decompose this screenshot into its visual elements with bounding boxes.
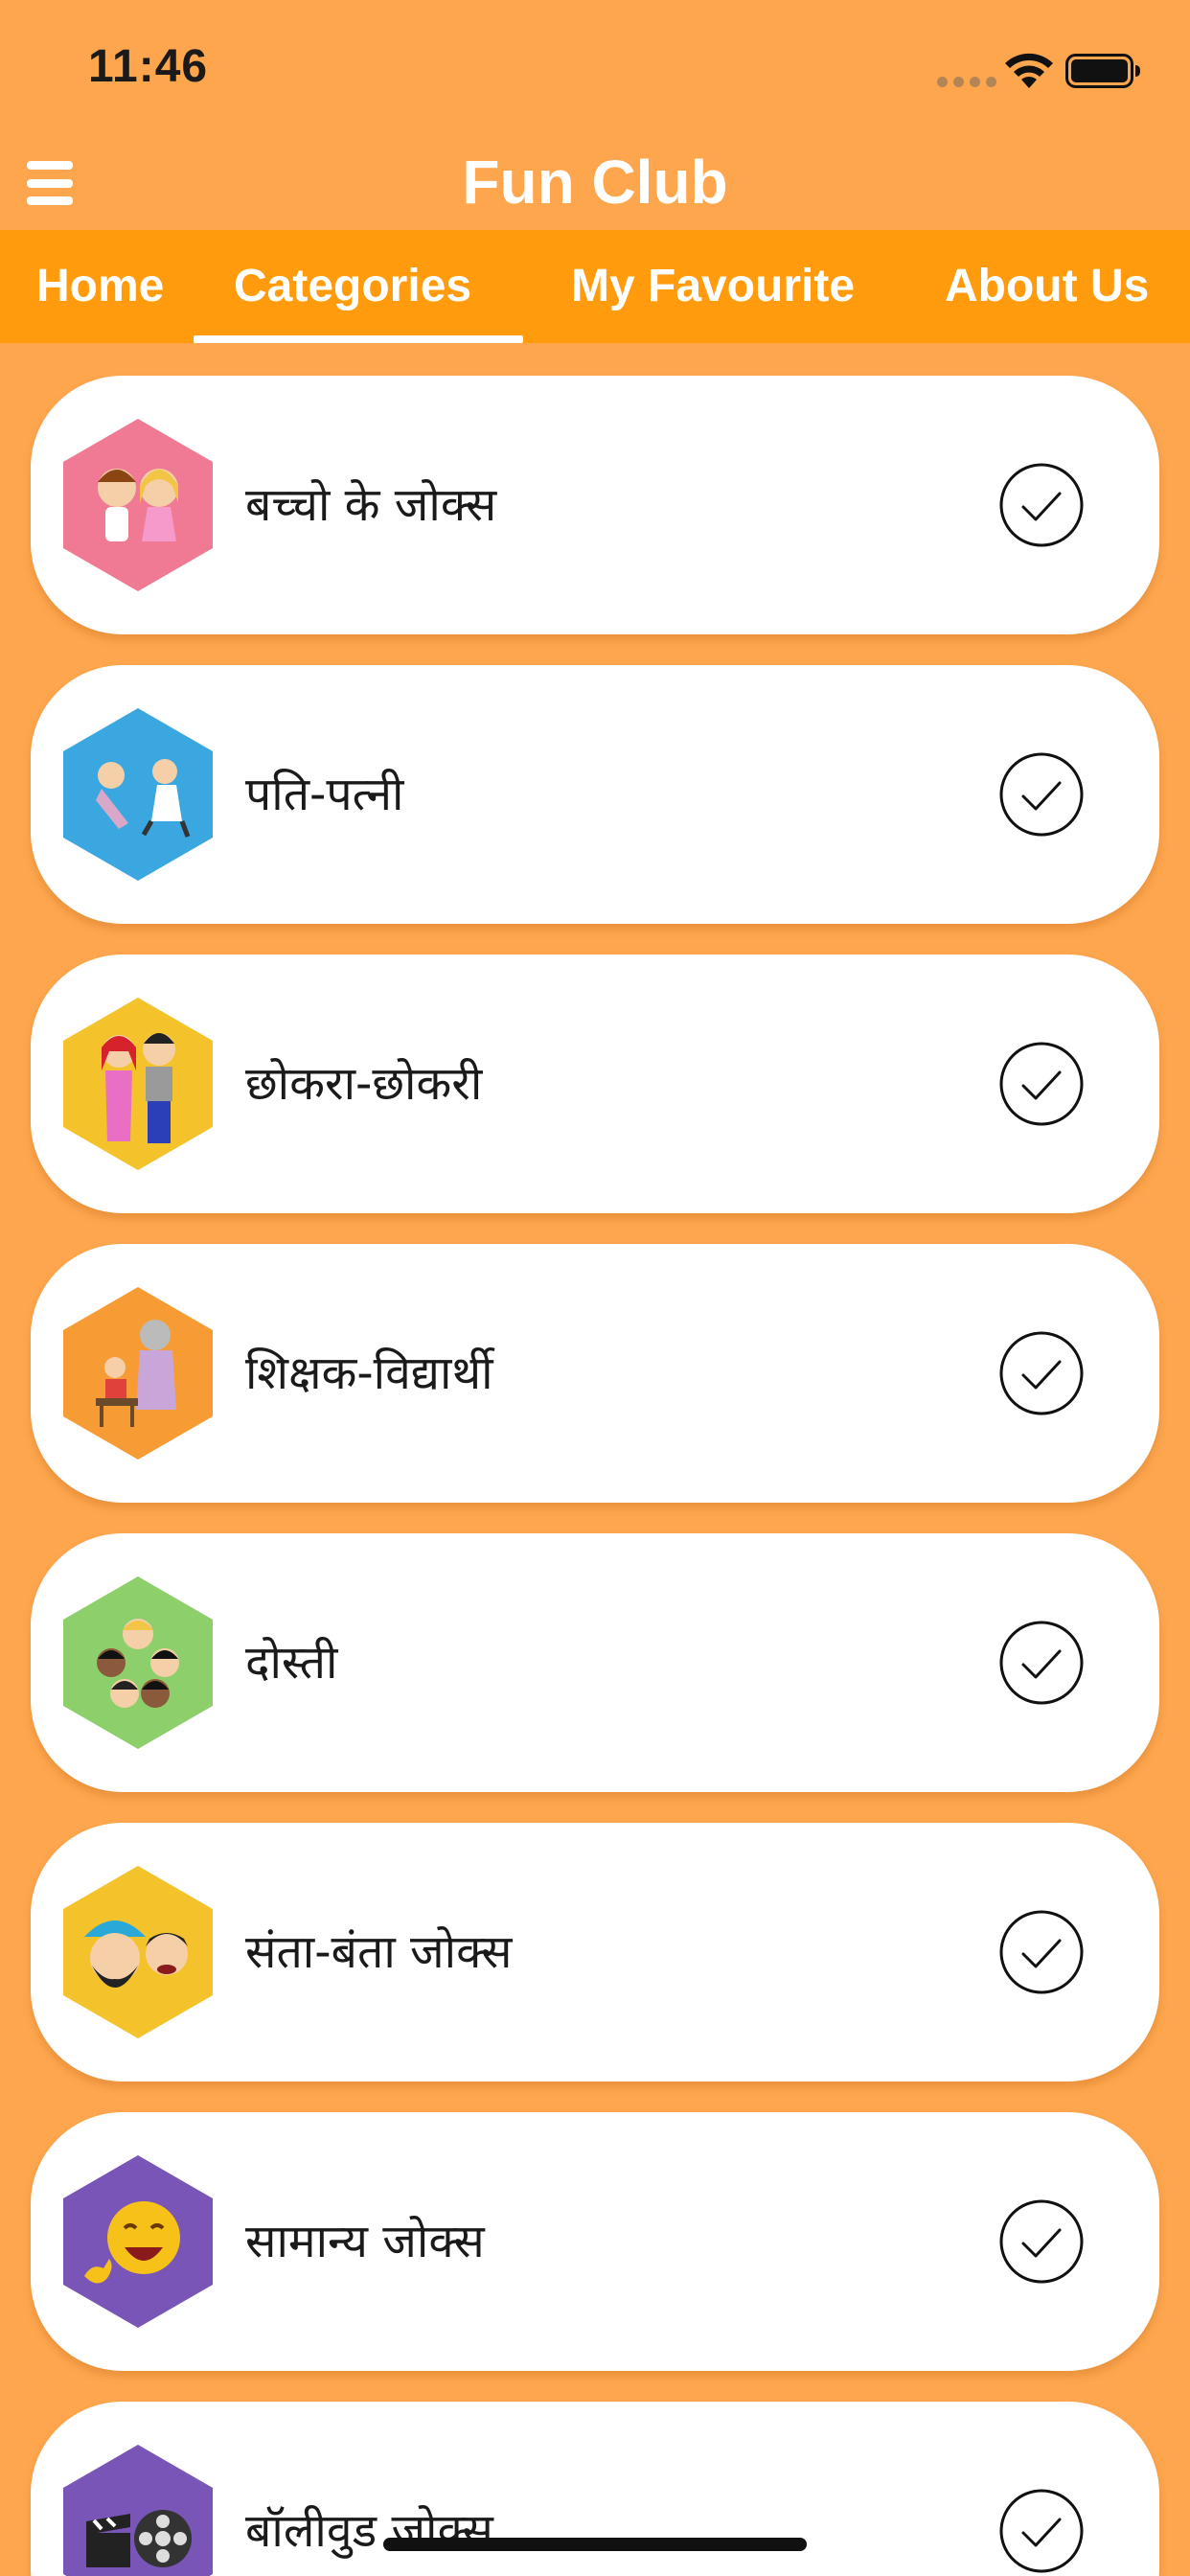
tab-bar: Home Categories My Favourite About Us — [0, 230, 1190, 343]
tab-home[interactable]: Home — [36, 230, 164, 343]
navigation-bar: Fun Club — [0, 144, 1190, 230]
home-indicator[interactable] — [383, 2538, 807, 2551]
husband-wife-hexagon-icon — [63, 708, 213, 881]
boy-girl-hexagon-icon — [63, 998, 213, 1170]
status-bar: 11:46 — [0, 0, 1190, 144]
film-reel-hexagon-icon — [63, 2445, 213, 2576]
category-label: छोकरा-छोकरी — [245, 1057, 483, 1111]
checkmark-circle-icon[interactable] — [998, 1909, 1085, 1995]
tab-categories[interactable]: Categories — [234, 230, 471, 343]
laughing-emoji-hexagon-icon — [63, 2155, 213, 2328]
category-card-husband-wife[interactable]: पति-पत्नी — [31, 665, 1159, 924]
category-list[interactable]: बच्चो के जोक्स पति-पत्नी छोकरा-छोकरी शिक… — [0, 343, 1190, 2576]
friendship-hexagon-icon — [63, 1576, 213, 1749]
category-label: संता-बंता जोक्स — [245, 1925, 513, 1979]
app-title: Fun Club — [462, 148, 728, 217]
wifi-icon — [1005, 53, 1053, 88]
checkmark-circle-icon[interactable] — [998, 1330, 1085, 1416]
category-card-general[interactable]: सामान्य जोक्स — [31, 2112, 1159, 2371]
status-time: 11:46 — [88, 41, 209, 92]
category-label: दोस्ती — [245, 1636, 338, 1690]
santa-banta-hexagon-icon — [63, 1866, 213, 2038]
checkmark-circle-icon[interactable] — [998, 462, 1085, 548]
category-card-boy-girl[interactable]: छोकरा-छोकरी — [31, 954, 1159, 1213]
category-card-santa-banta[interactable]: संता-बंता जोक्स — [31, 1823, 1159, 2082]
category-card-teacher-student[interactable]: शिक्षक-विद्यार्थी — [31, 1244, 1159, 1503]
checkmark-circle-icon[interactable] — [998, 1620, 1085, 1706]
tab-my-favourite[interactable]: My Favourite — [571, 230, 855, 343]
cellular-signal-icon — [937, 77, 996, 87]
category-label: सामान्य जोक्स — [245, 2215, 485, 2268]
checkmark-circle-icon[interactable] — [998, 751, 1085, 838]
category-label: पति-पत्नी — [245, 768, 404, 821]
checkmark-circle-icon[interactable] — [998, 2198, 1085, 2285]
active-tab-indicator — [194, 335, 523, 343]
kids-hexagon-icon — [63, 419, 213, 591]
category-label: बच्चो के जोक्स — [245, 478, 497, 532]
category-label: शिक्षक-विद्यार्थी — [245, 1346, 493, 1400]
category-card-kids[interactable]: बच्चो के जोक्स — [31, 376, 1159, 634]
tab-about-us[interactable]: About Us — [945, 230, 1149, 343]
checkmark-circle-icon[interactable] — [998, 1041, 1085, 1127]
checkmark-circle-icon[interactable] — [998, 2488, 1085, 2574]
teacher-student-hexagon-icon — [63, 1287, 213, 1460]
category-card-friendship[interactable]: दोस्ती — [31, 1533, 1159, 1792]
battery-icon — [1065, 54, 1140, 88]
